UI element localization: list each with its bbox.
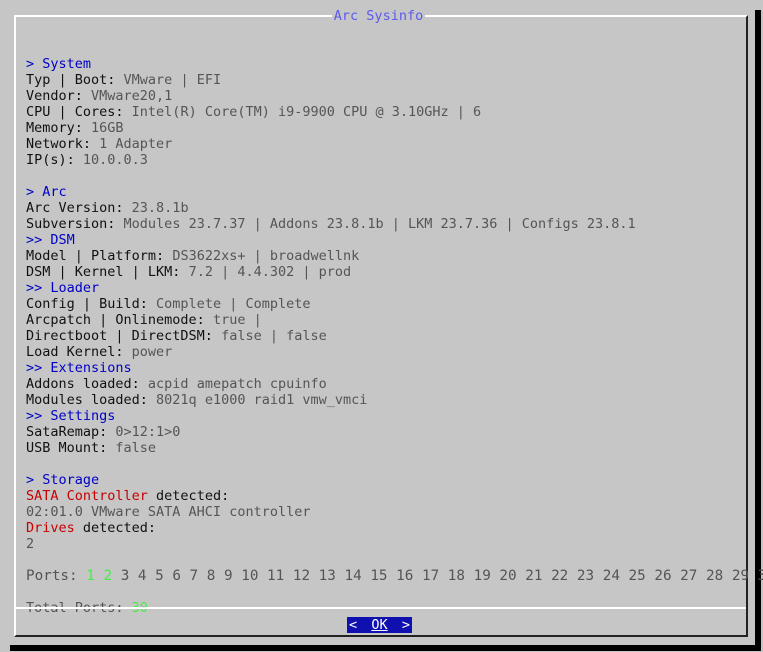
config-build-line: Config | Build: Complete | Complete [26,296,311,312]
button-separator [16,607,746,609]
arcpatch-line: Arcpatch | Onlinemode: true | [26,312,270,328]
load-kernel-line: Load Kernel: power [26,344,173,360]
system-heading: > System [26,56,92,72]
directboot-line: Directboot | DirectDSM: false | false [26,328,327,344]
memory-line: Memory: 16GB [26,120,124,136]
typ-boot-line: Typ | Boot: VMware | EFI [26,72,222,88]
dialog-title: Arc Sysinfo [331,8,426,24]
dsm-kernel-line: DSM | Kernel | LKM: 7.2 | 4.4.302 | prod [26,264,352,280]
sata-detected-line: SATA Controller detected: [26,488,230,504]
settings-heading: >> Settings [26,408,116,424]
sysinfo-dialog: Arc Sysinfo > System Typ | Boot: VMware … [2,2,763,645]
arc-version-line: Arc Version: 23.8.1b [26,200,189,216]
active-ports: 1 2 [86,568,113,584]
model-line: Model | Platform: DS3622xs+ | broadwelln… [26,248,360,264]
vendor-line: Vendor: VMware20,1 [26,88,173,104]
sataremap-line: SataRemap: 0>12:1>0 [26,424,181,440]
subversion-line: Subversion: Modules 23.7.37 | Addons 23.… [26,216,636,232]
arc-heading: > Arc [26,184,67,200]
drives-count: 2 [26,536,35,552]
dialog-shadow-right [755,10,761,647]
controller-line: 02:01.0 VMware SATA AHCI controller [26,504,311,520]
network-line: Network: 1 Adapter [26,136,173,152]
cpu-line: CPU | Cores: Intel(R) Core(TM) i9-9900 C… [26,104,482,120]
ok-button[interactable]: < OK > [347,617,412,633]
extensions-heading: >> Extensions [26,360,132,376]
storage-heading: > Storage [26,472,100,488]
addons-line: Addons loaded: acpid amepatch cpuinfo [26,376,327,392]
ports-line: Ports: 1 2 3 4 5 6 7 8 9 10 11 12 13 14 … [26,568,763,584]
usb-mount-line: USB Mount: false [26,440,157,456]
loader-heading: >> Loader [26,280,100,296]
ip-line: IP(s): 10.0.0.3 [26,152,148,168]
dialog-shadow-bottom [10,645,761,651]
drives-detected-line: Drives detected: [26,520,157,536]
dsm-heading: >> DSM [26,232,75,248]
sysinfo-content: > System Typ | Boot: VMware | EFI Vendor… [26,40,763,616]
modules-line: Modules loaded: 8021q e1000 raid1 vmw_vm… [26,392,368,408]
